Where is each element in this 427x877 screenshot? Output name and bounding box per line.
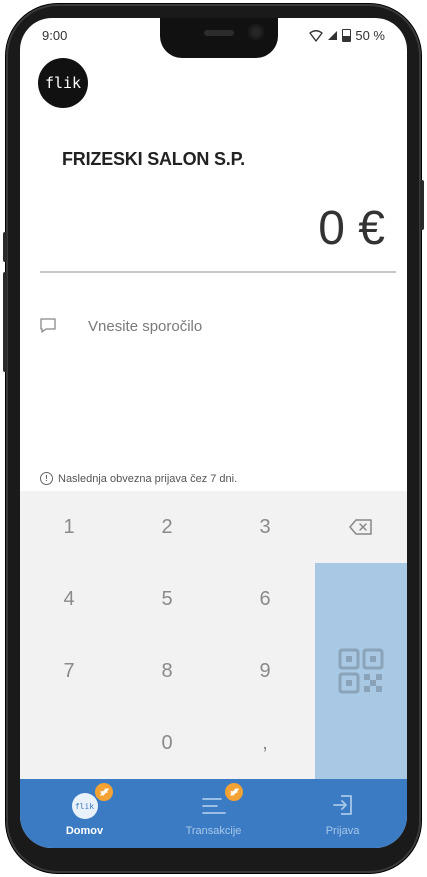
backspace-button[interactable]	[315, 491, 407, 563]
flik-home-icon: flik	[71, 793, 98, 819]
key-comma[interactable]: ,	[216, 707, 314, 779]
earpiece-speaker	[204, 30, 234, 36]
key-1[interactable]: 1	[20, 491, 118, 563]
badge-symbol-icon	[100, 788, 109, 796]
battery-icon	[342, 29, 352, 42]
key-5[interactable]: 5	[118, 563, 216, 635]
message-input[interactable]	[88, 317, 348, 335]
chat-bubble-icon	[40, 318, 56, 333]
notice-text: Naslednja obvezna prijava čez 7 dni.	[58, 472, 238, 485]
notification-badge	[225, 783, 243, 801]
key-9[interactable]: 9	[216, 635, 314, 707]
merchant-name: FRIZESKI SALON S.P.	[62, 149, 245, 169]
keypad: 1 2 3 4 5 6 7 8 9 0 ,	[20, 491, 407, 779]
login-notice: ! Naslednja obvezna prijava čez 7 dni.	[40, 472, 237, 485]
status-icons: 50 %	[309, 28, 385, 43]
qr-code-icon	[338, 648, 384, 694]
key-3[interactable]: 3	[216, 491, 314, 563]
screen: 9:00 50 % flik FRIZESKI SALON S.P. 0 € V…	[20, 18, 407, 848]
signal-icon	[328, 31, 338, 40]
nav-label-domov: Domov	[65, 825, 104, 837]
power-button	[420, 180, 424, 230]
key-0[interactable]: 0	[118, 707, 216, 779]
status-time: 9:00	[42, 28, 68, 43]
notification-badge	[95, 783, 113, 801]
key-4[interactable]: 4	[20, 563, 118, 635]
message-row[interactable]	[38, 314, 378, 338]
amount-underline	[40, 271, 396, 273]
amount-display: 0 €	[318, 202, 385, 255]
front-camera	[248, 24, 264, 40]
nav-item-domov[interactable]: flik Domov	[20, 779, 149, 848]
bottom-navigation: flik Domov Transakcije Prijava	[20, 779, 407, 848]
flik-logo: flik	[38, 58, 88, 108]
notch	[160, 18, 278, 58]
nav-label-transakcije: Transakcije	[185, 825, 242, 837]
wifi-icon	[309, 29, 324, 42]
device-frame: 9:00 50 % flik FRIZESKI SALON S.P. 0 € V…	[0, 0, 427, 877]
qr-code-button[interactable]	[315, 563, 407, 779]
nav-item-prijava[interactable]: Prijava	[278, 779, 407, 848]
login-icon	[332, 795, 352, 815]
nav-item-transakcije[interactable]: Transakcije	[149, 779, 278, 848]
key-2[interactable]: 2	[118, 491, 216, 563]
battery-level: 50 %	[355, 28, 385, 43]
volume-down-button	[3, 272, 7, 372]
key-7[interactable]: 7	[20, 635, 118, 707]
backspace-icon	[349, 519, 372, 535]
key-8[interactable]: 8	[118, 635, 216, 707]
volume-up-button	[3, 232, 7, 262]
badge-symbol-icon	[230, 788, 239, 796]
key-6[interactable]: 6	[216, 563, 314, 635]
nav-label-prijava: Prijava	[325, 825, 360, 837]
info-icon: !	[40, 472, 53, 485]
list-icon	[201, 798, 226, 814]
